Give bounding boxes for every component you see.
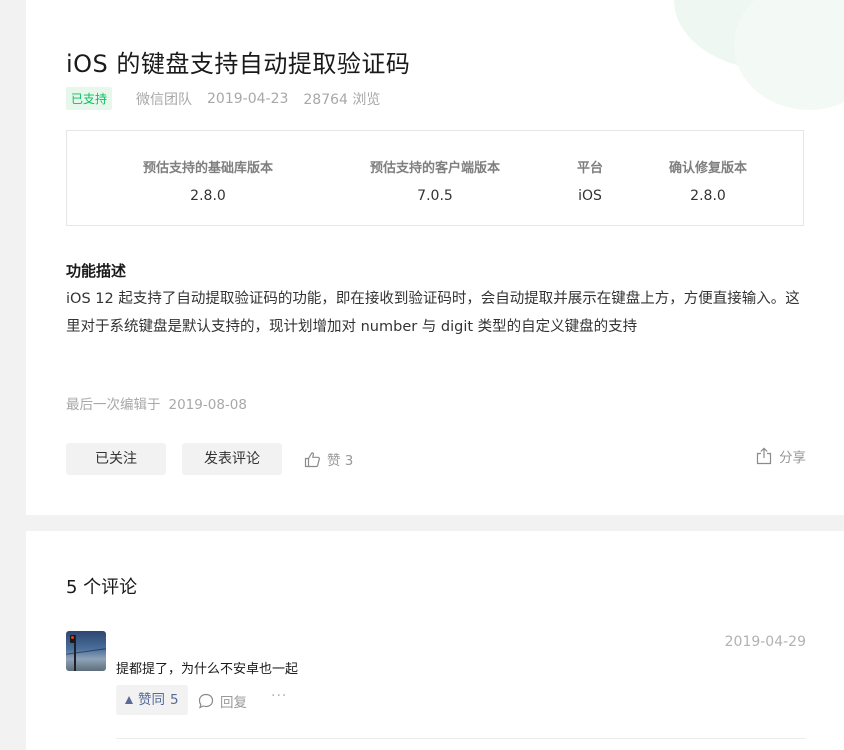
share-label: 分享 [779, 450, 806, 466]
view-count: 28764 浏览 [303, 91, 381, 108]
info-value: 2.8.0 [690, 188, 726, 204]
like-button[interactable]: 赞 3 [304, 449, 353, 469]
info-value: 7.0.5 [417, 188, 453, 204]
info-col-platform: 平台 iOS [577, 157, 603, 204]
like-label: 赞 3 [327, 453, 354, 469]
last-edit-date: 2019-08-08 [168, 397, 247, 413]
reply-label: 回复 [220, 695, 247, 711]
comments-card: 5 个评论 2019-04-29 提都提了，为什么不安卓也一起 赞同 5 回复 … [26, 531, 844, 750]
info-col-client-version: 预估支持的客户端版本 7.0.5 [370, 157, 500, 204]
article-title: iOS 的键盘支持自动提取验证码 [66, 50, 411, 78]
article-description: iOS 12 起支持了自动提取验证码的功能，即在接收到验证码时，会自动提取并展示… [66, 291, 800, 335]
share-button[interactable]: 分享 [756, 446, 806, 466]
version-info-table: 预估支持的基础库版本 2.8.0 预估支持的客户端版本 7.0.5 平台 iOS… [66, 130, 804, 226]
avatar[interactable] [66, 631, 106, 671]
agree-button[interactable]: 赞同 5 [116, 685, 188, 715]
status-badge: 已支持 [66, 87, 113, 110]
info-label: 预估支持的基础库版本 [142, 161, 274, 176]
share-icon [756, 447, 772, 465]
divider [116, 738, 806, 739]
publish-date: 2019-04-23 [207, 90, 289, 107]
comment-text: 提都提了，为什么不安卓也一起 [116, 662, 299, 677]
info-label: 预估支持的客户端版本 [369, 161, 501, 176]
page: iOS 的键盘支持自动提取验证码 已支持 微信团队 2019-04-23 287… [0, 0, 844, 750]
more-options-icon[interactable]: ··· [271, 688, 287, 704]
author-name[interactable]: 微信团队 [136, 89, 192, 109]
decorative-circle [734, 0, 844, 110]
post-comment-button[interactable]: 发表评论 [182, 443, 282, 475]
thumbs-up-icon [304, 451, 320, 467]
reply-button[interactable]: 回复 [198, 691, 247, 711]
section-title: 功能描述 [66, 262, 127, 280]
info-col-fix-version: 确认修复版本 2.8.0 [669, 157, 747, 204]
follow-button[interactable]: 已关注 [66, 443, 166, 475]
comments-title: 5 个评论 [66, 577, 138, 598]
comment-date: 2019-04-29 [724, 634, 806, 650]
upvote-triangle-icon [125, 696, 133, 704]
info-label: 平台 [576, 161, 604, 176]
last-edit-info: 最后一次编辑于 2019-08-08 [66, 393, 247, 413]
agree-count: 5 [170, 692, 179, 708]
info-label: 确认修复版本 [668, 161, 748, 176]
speech-bubble-icon [198, 693, 214, 709]
info-value: iOS [578, 188, 602, 204]
info-col-base-version: 预估支持的基础库版本 2.8.0 [143, 157, 273, 204]
article-meta: 已支持 微信团队 2019-04-23 28764 浏览 [66, 87, 380, 110]
info-value: 2.8.0 [190, 188, 226, 204]
last-edit-label: 最后一次编辑于 [66, 397, 161, 413]
agree-label: 赞同 [138, 692, 165, 708]
article-card: iOS 的键盘支持自动提取验证码 已支持 微信团队 2019-04-23 287… [26, 0, 844, 515]
